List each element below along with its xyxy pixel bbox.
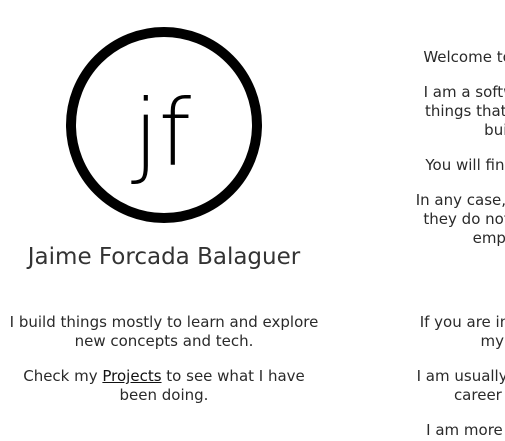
about-check-line2: been doing. <box>119 386 209 404</box>
opinion-line2: they do not represent <box>423 210 505 228</box>
engineer-line2: things that I work on, <box>424 102 505 120</box>
engineer-line3: build. <box>484 121 505 139</box>
more-interested-text: I am more interested <box>426 421 505 439</box>
logo: jf <box>64 25 264 225</box>
logo-monogram-text: jf <box>131 80 192 187</box>
contact-section: If you are interested in my CV I am usua… <box>320 313 505 441</box>
about-section: I build things mostly to learn and explo… <box>8 313 320 421</box>
not-interested-line2: career opport <box>453 386 505 404</box>
jf-monogram-logo: jf <box>66 27 262 223</box>
engineer-line1: I am a software engin <box>423 83 505 101</box>
interested-line2-prefix: my <box>480 332 504 350</box>
about-projects-paragraph: Check my Projects to see what I have bee… <box>8 367 320 405</box>
not-interested-paragraph: I am usually not interes career opport <box>320 367 505 405</box>
interested-paragraph: If you are interested in my CV <box>320 313 505 351</box>
opinion-line3: employe <box>472 229 505 247</box>
about-build-line2: new concepts and tech. <box>74 332 254 350</box>
about-check-prefix: Check my <box>23 367 103 385</box>
intro-section: Welcome to my perso I am a software engi… <box>320 48 505 264</box>
about-build-paragraph: I build things mostly to learn and explo… <box>8 313 320 351</box>
interested-line1: If you are interested in <box>419 313 505 331</box>
engineer-paragraph: I am a software engin things that I work… <box>320 83 505 140</box>
right-column: Welcome to my perso I am a software engi… <box>320 0 505 441</box>
opinion-paragraph: In any case, my opinion they do not repr… <box>320 191 505 248</box>
welcome-text: Welcome to my perso <box>423 48 505 66</box>
about-check-suffix: to see what I have <box>161 367 305 385</box>
non-tech-text: You will find non tech <box>425 156 505 174</box>
profile-name: Jaime Forcada Balaguer <box>27 244 301 270</box>
about-build-line1: I build things mostly to learn and explo… <box>9 313 319 331</box>
opinion-line1: In any case, my opinion <box>415 191 505 209</box>
projects-link[interactable]: Projects <box>102 367 161 385</box>
not-interested-line1: I am usually not interes <box>416 367 505 385</box>
